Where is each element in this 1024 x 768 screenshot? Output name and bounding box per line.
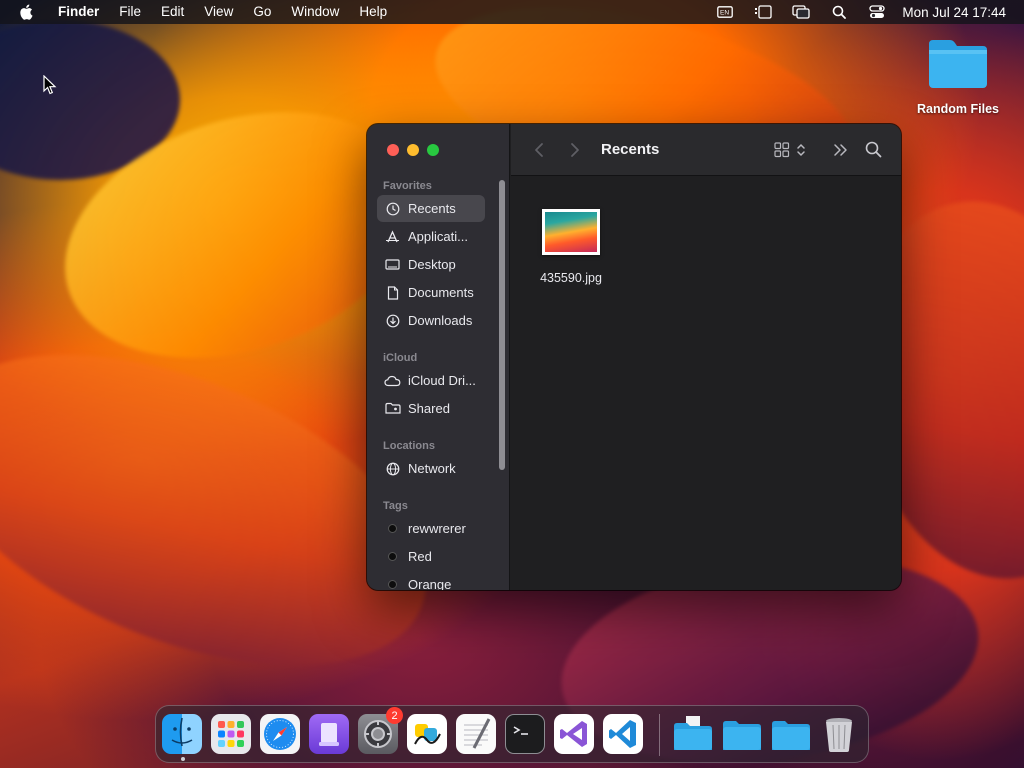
desktop-folder-label: Random Files: [917, 102, 999, 116]
document-icon: [384, 285, 401, 301]
sidebar-item-desktop[interactable]: Desktop: [377, 251, 485, 278]
dock-folder-icon[interactable]: [721, 714, 761, 754]
sidebar-section-tags: Tags: [383, 500, 408, 512]
view-mode-button[interactable]: [771, 138, 811, 162]
menu-bar: Finder File Edit View Go Window Help EN …: [0, 0, 1024, 24]
sidebar-item-shared[interactable]: Shared: [377, 395, 485, 422]
dock-folder-icon[interactable]: [770, 714, 810, 754]
file-item[interactable]: 435590.jpg: [533, 209, 609, 285]
dock-launchpad-icon[interactable]: [211, 714, 251, 754]
desktop-folder-random-files[interactable]: Random Files: [910, 36, 1006, 116]
sidebar-item-network[interactable]: Network: [377, 455, 485, 482]
download-icon: [384, 313, 401, 329]
file-name: 435590.jpg: [540, 271, 602, 285]
dock-vscode-icon[interactable]: [603, 714, 643, 754]
screen-mirroring-icon[interactable]: [782, 0, 820, 24]
sidebar-item-label: Desktop: [408, 257, 456, 272]
dock: 2: [155, 705, 869, 763]
dock-visual-studio-icon[interactable]: [554, 714, 594, 754]
dock-textedit-icon[interactable]: [456, 714, 496, 754]
dock-terminal-icon[interactable]: [505, 714, 545, 754]
notification-badge: 2: [386, 707, 403, 724]
sidebar-item-downloads[interactable]: Downloads: [377, 307, 485, 334]
stage-manager-icon[interactable]: [744, 0, 782, 24]
sidebar-item-label: rewwrerer: [408, 521, 466, 536]
window-controls: [387, 144, 447, 156]
sidebar-item-label: Recents: [408, 201, 456, 216]
control-center-icon[interactable]: [858, 0, 896, 24]
applications-icon: [384, 229, 401, 245]
search-button[interactable]: [861, 138, 885, 162]
folder-icon: [926, 36, 990, 92]
sidebar-item-applications[interactable]: Applicati...: [377, 223, 485, 250]
dock-system-settings-icon[interactable]: 2: [358, 707, 403, 754]
dock-downloads-stack-icon[interactable]: [672, 714, 712, 754]
window-title: Recents: [601, 141, 660, 158]
mouse-pointer-icon: [43, 74, 57, 95]
finder-window: Favorites Recents Applicati... Desktop D…: [367, 124, 901, 590]
tag-color-dot-icon: [388, 552, 397, 561]
finder-content-area[interactable]: 435590.jpg: [511, 177, 901, 590]
running-indicator: [181, 757, 185, 761]
close-window-button[interactable]: [387, 144, 399, 156]
sidebar-item-label: Applicati...: [408, 229, 468, 244]
sidebar-tag-red[interactable]: Red: [377, 543, 485, 570]
sidebar-item-icloud-drive[interactable]: iCloud Dri...: [377, 367, 485, 394]
apple-menu-icon[interactable]: [18, 4, 34, 20]
finder-toolbar: Recents: [511, 124, 901, 176]
sidebar-section-locations: Locations: [383, 440, 435, 452]
menu-bar-clock[interactable]: Mon Jul 24 17:44: [902, 5, 1006, 20]
sidebar-item-label: Documents: [408, 285, 474, 300]
menu-file[interactable]: File: [109, 0, 151, 24]
sidebar-tag-rewwrerer[interactable]: rewwrerer: [377, 515, 485, 542]
sidebar-section-favorites: Favorites: [383, 180, 432, 192]
zoom-window-button[interactable]: [427, 144, 439, 156]
dock-finder-icon[interactable]: [162, 714, 202, 754]
tag-color-dot-icon: [388, 580, 397, 589]
menu-finder[interactable]: Finder: [48, 0, 109, 24]
dock-trash-icon[interactable]: [819, 714, 859, 754]
input-source-icon[interactable]: EN: [706, 0, 744, 24]
sidebar-item-label: Network: [408, 461, 456, 476]
sidebar-item-label: Orange: [408, 577, 452, 590]
dock-freeform-icon[interactable]: [407, 714, 447, 754]
sidebar-item-documents[interactable]: Documents: [377, 279, 485, 306]
svg-text:EN: EN: [720, 10, 729, 17]
sidebar-item-label: Shared: [408, 401, 450, 416]
finder-sidebar: Favorites Recents Applicati... Desktop D…: [367, 124, 510, 590]
menu-view[interactable]: View: [194, 0, 243, 24]
more-toolbar-items-button[interactable]: [829, 138, 853, 162]
sidebar-item-label: Red: [408, 549, 432, 564]
dock-safari-icon[interactable]: [260, 714, 300, 754]
menu-edit[interactable]: Edit: [151, 0, 194, 24]
minimize-window-button[interactable]: [407, 144, 419, 156]
back-button[interactable]: [527, 138, 551, 162]
sidebar-item-recents[interactable]: Recents: [377, 195, 485, 222]
menu-window[interactable]: Window: [281, 0, 349, 24]
tag-color-dot-icon: [388, 524, 397, 533]
sidebar-section-icloud: iCloud: [383, 352, 418, 364]
menu-go[interactable]: Go: [243, 0, 281, 24]
cloud-icon: [384, 373, 401, 389]
forward-button[interactable]: [563, 138, 587, 162]
dock-apple-configurator-icon[interactable]: [309, 714, 349, 754]
sidebar-tag-orange[interactable]: Orange: [377, 571, 485, 590]
clock-icon: [384, 201, 401, 217]
menu-help[interactable]: Help: [349, 0, 397, 24]
image-thumbnail: [542, 209, 600, 255]
shared-folder-icon: [384, 401, 401, 417]
sidebar-item-label: iCloud Dri...: [408, 373, 476, 388]
sidebar-scrollbar[interactable]: [499, 180, 505, 470]
globe-icon: [384, 461, 401, 477]
spotlight-search-icon[interactable]: [820, 0, 858, 24]
desktop-icon: [384, 257, 401, 273]
sidebar-item-label: Downloads: [408, 313, 473, 328]
dock-separator: [659, 714, 660, 756]
